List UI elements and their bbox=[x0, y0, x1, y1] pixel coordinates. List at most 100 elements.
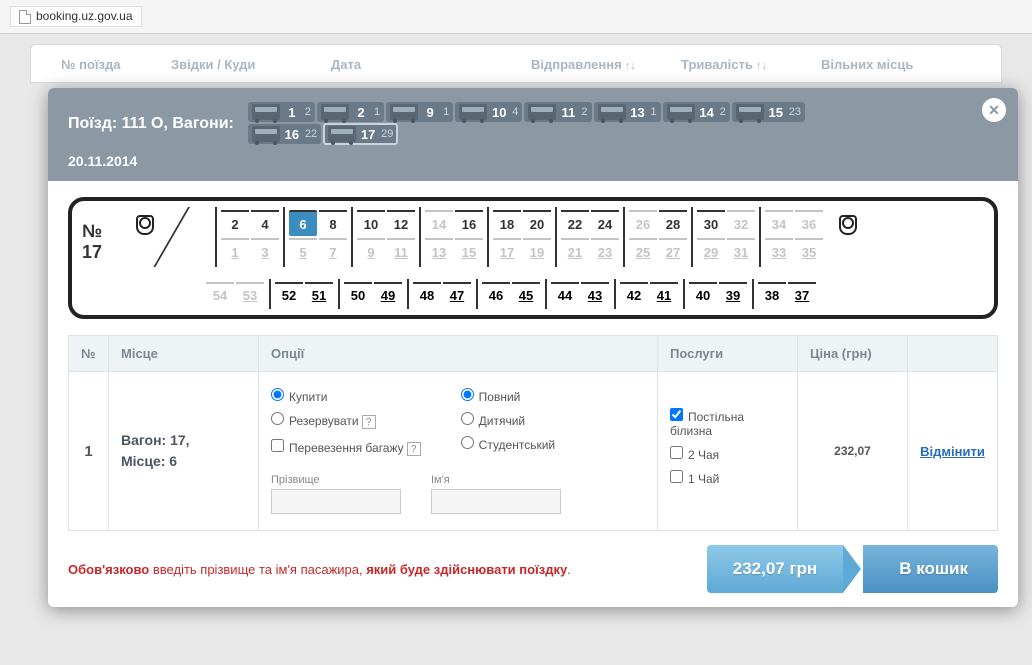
wc-icon bbox=[839, 215, 857, 235]
wagon-icon bbox=[667, 104, 695, 120]
coach-no-label: № bbox=[82, 221, 124, 242]
seat-50[interactable]: 50 bbox=[344, 282, 372, 306]
seat-12[interactable]: 12 bbox=[387, 210, 415, 236]
wagon-chip-10[interactable]: 104 bbox=[455, 102, 522, 122]
seat-52[interactable]: 52 bbox=[275, 282, 303, 306]
help-icon[interactable]: ? bbox=[407, 442, 421, 456]
url-text: booking.uz.gov.ua bbox=[36, 9, 133, 23]
seat-6[interactable]: 6 bbox=[289, 210, 317, 236]
wagon-chip-16[interactable]: 1622 bbox=[248, 124, 321, 144]
close-button[interactable]: ✕ bbox=[982, 98, 1006, 122]
seat-14: 14 bbox=[425, 210, 453, 236]
seat-13: 13 bbox=[425, 238, 453, 264]
seat-32: 32 bbox=[727, 210, 755, 236]
add-to-cart-button[interactable]: В кошик bbox=[863, 545, 998, 593]
seat-43[interactable]: 43 bbox=[581, 282, 609, 306]
seat-2[interactable]: 2 bbox=[221, 210, 249, 236]
wagon-chip-9[interactable]: 91 bbox=[386, 102, 453, 122]
seat-35: 35 bbox=[795, 238, 823, 264]
seat-16[interactable]: 16 bbox=[455, 210, 483, 236]
seat-22[interactable]: 22 bbox=[561, 210, 589, 236]
seat-34: 34 bbox=[765, 210, 793, 236]
seat-48[interactable]: 48 bbox=[413, 282, 441, 306]
seat-41[interactable]: 41 bbox=[650, 282, 678, 306]
seat-27: 27 bbox=[659, 238, 687, 264]
seat-49[interactable]: 49 bbox=[374, 282, 402, 306]
seat-18[interactable]: 18 bbox=[493, 210, 521, 236]
row-number: 1 bbox=[69, 372, 109, 531]
srv-bedding[interactable]: Постільна білизна bbox=[670, 408, 785, 438]
modal-date: 20.11.2014 bbox=[68, 153, 998, 169]
th-place: Місце bbox=[109, 336, 259, 372]
seat-20[interactable]: 20 bbox=[523, 210, 551, 236]
seat-39[interactable]: 39 bbox=[719, 282, 747, 306]
seat-45[interactable]: 45 bbox=[512, 282, 540, 306]
seat-11: 11 bbox=[387, 238, 415, 264]
col-train[interactable]: № поїзда bbox=[51, 57, 161, 72]
seat-38[interactable]: 38 bbox=[758, 282, 786, 306]
seat-7: 7 bbox=[319, 238, 347, 264]
wagon-icon bbox=[328, 126, 356, 142]
opt-reserve[interactable]: Резервувати? bbox=[271, 412, 421, 429]
lastname-input[interactable] bbox=[271, 489, 401, 514]
cancel-link[interactable]: Відмінити bbox=[920, 444, 985, 459]
th-no: № bbox=[69, 336, 109, 372]
fare-full[interactable]: Повний bbox=[461, 388, 555, 404]
wagon-chip-15[interactable]: 1523 bbox=[732, 102, 805, 122]
wagon-icon bbox=[321, 104, 349, 120]
price-value: 232,07 bbox=[798, 372, 908, 531]
srv-1tea[interactable]: 1 Чай bbox=[670, 470, 785, 486]
fare-child[interactable]: Дитячий bbox=[461, 412, 555, 428]
seat-42[interactable]: 42 bbox=[620, 282, 648, 306]
col-depart[interactable]: Відправлення bbox=[531, 57, 622, 72]
results-table-header: № поїзда Звідки / Куди Дата Відправлення… bbox=[30, 44, 1002, 83]
seat-9: 9 bbox=[357, 238, 385, 264]
seat-4[interactable]: 4 bbox=[251, 210, 279, 236]
total-price: 232,07 грн bbox=[707, 545, 843, 593]
wagon-chip-1[interactable]: 12 bbox=[248, 102, 315, 122]
seat-33: 33 bbox=[765, 238, 793, 264]
th-opts: Опції bbox=[259, 336, 658, 372]
wagon-icon bbox=[390, 104, 418, 120]
seat-10[interactable]: 10 bbox=[357, 210, 385, 236]
wagon-chip-17[interactable]: 1729 bbox=[323, 123, 398, 145]
wagon-icon bbox=[528, 104, 556, 120]
seat-40[interactable]: 40 bbox=[689, 282, 717, 306]
seat-51[interactable]: 51 bbox=[305, 282, 333, 306]
seat-36: 36 bbox=[795, 210, 823, 236]
firstname-input[interactable] bbox=[431, 489, 561, 514]
wagon-chip-11[interactable]: 112 bbox=[524, 102, 591, 122]
seat-19: 19 bbox=[523, 238, 551, 264]
wagon-icon bbox=[598, 104, 626, 120]
seat-47[interactable]: 47 bbox=[443, 282, 471, 306]
coach-number: 17 bbox=[82, 242, 124, 263]
seat-44[interactable]: 44 bbox=[551, 282, 579, 306]
document-icon bbox=[19, 10, 31, 24]
seat-46[interactable]: 46 bbox=[482, 282, 510, 306]
seat-1: 1 bbox=[221, 238, 249, 264]
srv-2tea[interactable]: 2 Чая bbox=[670, 446, 785, 462]
seat-30[interactable]: 30 bbox=[697, 210, 725, 236]
seat-selection-modal: ✕ Поїзд: 111 О, Вагони: 1221911041121311… bbox=[48, 88, 1018, 607]
fare-student[interactable]: Студентський bbox=[461, 436, 555, 452]
wagon-icon bbox=[252, 126, 280, 142]
wagon-chip-14[interactable]: 142 bbox=[663, 102, 730, 122]
help-icon[interactable]: ? bbox=[362, 415, 376, 429]
seat-8[interactable]: 8 bbox=[319, 210, 347, 236]
seat-23: 23 bbox=[591, 238, 619, 264]
wagon-icon bbox=[459, 104, 487, 120]
wagon-chip-2[interactable]: 21 bbox=[317, 102, 384, 122]
th-price: Ціна (грн) bbox=[798, 336, 908, 372]
wagon-chip-13[interactable]: 131 bbox=[594, 102, 661, 122]
seat-24[interactable]: 24 bbox=[591, 210, 619, 236]
seat-37[interactable]: 37 bbox=[788, 282, 816, 306]
opt-baggage[interactable]: Перевезення багажу? bbox=[271, 439, 421, 456]
col-route[interactable]: Звідки / Куди bbox=[161, 57, 321, 72]
opt-buy[interactable]: Купити bbox=[271, 388, 421, 404]
col-date[interactable]: Дата bbox=[321, 57, 521, 72]
col-dur[interactable]: Тривалість bbox=[681, 57, 753, 72]
wagon-icon bbox=[252, 104, 280, 120]
col-free[interactable]: Вільних місць bbox=[811, 57, 923, 72]
seat-28[interactable]: 28 bbox=[659, 210, 687, 236]
firstname-label: Ім'я bbox=[431, 474, 561, 486]
